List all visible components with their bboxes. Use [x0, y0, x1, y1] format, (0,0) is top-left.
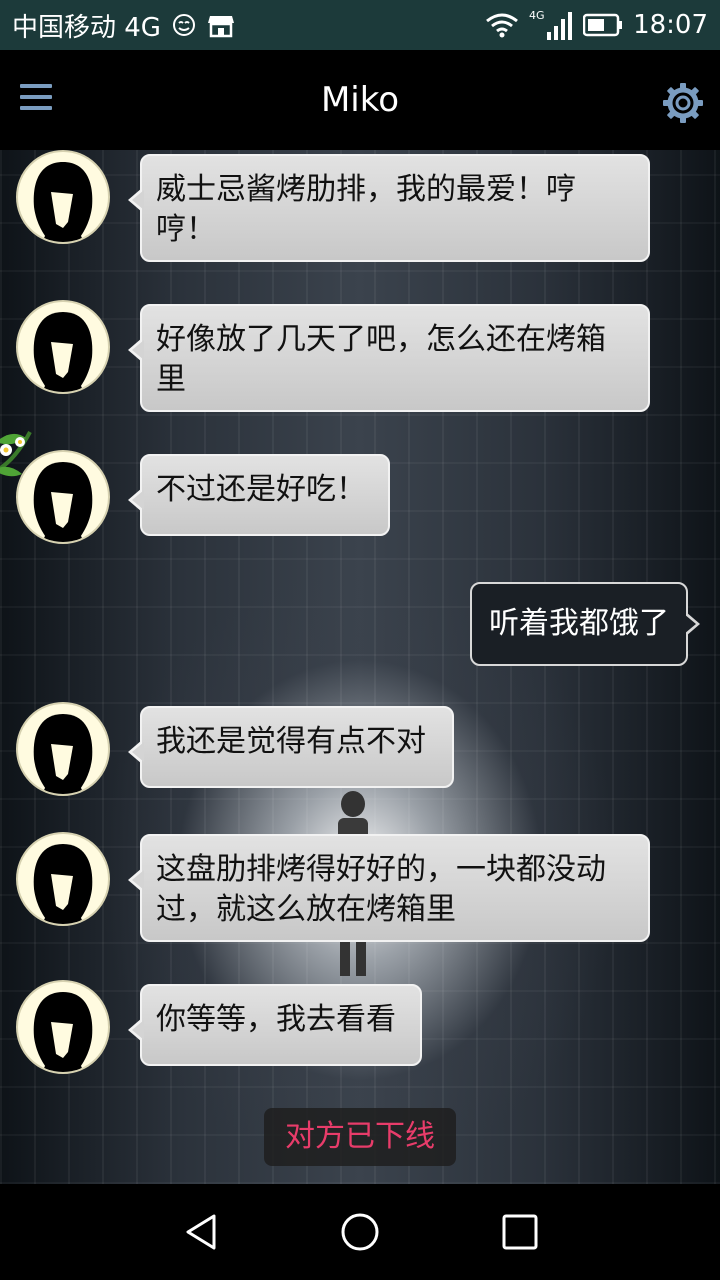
cellular-signal-icon: 4G [529, 8, 573, 42]
message-bubble[interactable]: 我还是觉得有点不对 [128, 706, 454, 788]
contact-avatar[interactable] [16, 980, 110, 1074]
message-text: 好像放了几天了吧，怎么还在烤箱里 [156, 322, 606, 397]
status-bar-left: 中国移动 4G [12, 7, 235, 44]
recents-icon[interactable] [498, 1210, 542, 1254]
contact-avatar[interactable] [16, 702, 110, 796]
network-type-label: 4G [529, 9, 545, 22]
battery-icon [583, 13, 623, 37]
contact-avatar[interactable] [16, 832, 110, 926]
navigation-bar [0, 1184, 720, 1280]
chat-title: Miko [320, 80, 400, 120]
back-icon[interactable] [180, 1210, 224, 1254]
wifi-icon [485, 12, 519, 38]
app-bar: Miko [0, 50, 720, 150]
message-text: 不过还是好吃！ [156, 472, 366, 507]
contact-avatar[interactable] [16, 450, 110, 544]
message-bubble[interactable]: 你等等，我去看看 [128, 984, 422, 1066]
message-text: 威士忌酱烤肋排，我的最爱！哼哼！ [156, 172, 576, 247]
store-notification-icon [207, 12, 235, 38]
gear-icon[interactable] [662, 82, 704, 124]
smiley-notification-icon [171, 12, 197, 38]
message-text: 你等等，我去看看 [156, 1002, 396, 1037]
message-bubble[interactable]: 不过还是好吃！ [128, 454, 390, 536]
contact-avatar[interactable] [16, 300, 110, 394]
message-bubble[interactable]: 威士忌酱烤肋排，我的最爱！哼哼！ [128, 154, 650, 262]
home-icon[interactable] [338, 1210, 382, 1254]
message-bubble[interactable]: 好像放了几天了吧，怎么还在烤箱里 [128, 304, 650, 412]
message-text: 听着我都饿了 [489, 606, 669, 641]
status-bar-right: 4G 18:07 [485, 8, 708, 42]
status-bar: 中国移动 4G 4G 18:07 [0, 0, 720, 50]
clock: 18:07 [633, 10, 708, 40]
outgoing-message-bubble[interactable]: 听着我都饿了 [470, 582, 700, 666]
chat-area[interactable]: 威士忌酱烤肋排，我的最爱！哼哼！ 好像放了几天了吧，怎么还在烤箱里 不过还是好吃… [0, 150, 720, 1184]
message-text: 我还是觉得有点不对 [156, 724, 426, 759]
carrier-label: 中国移动 4G [12, 12, 161, 43]
message-bubble[interactable]: 这盘肋排烤得好好的，一块都没动过，就这么放在烤箱里 [128, 834, 650, 942]
contact-avatar[interactable] [16, 150, 110, 244]
offline-notice: 对方已下线 [264, 1108, 456, 1166]
message-text: 这盘肋排烤得好好的，一块都没动过，就这么放在烤箱里 [156, 852, 606, 927]
